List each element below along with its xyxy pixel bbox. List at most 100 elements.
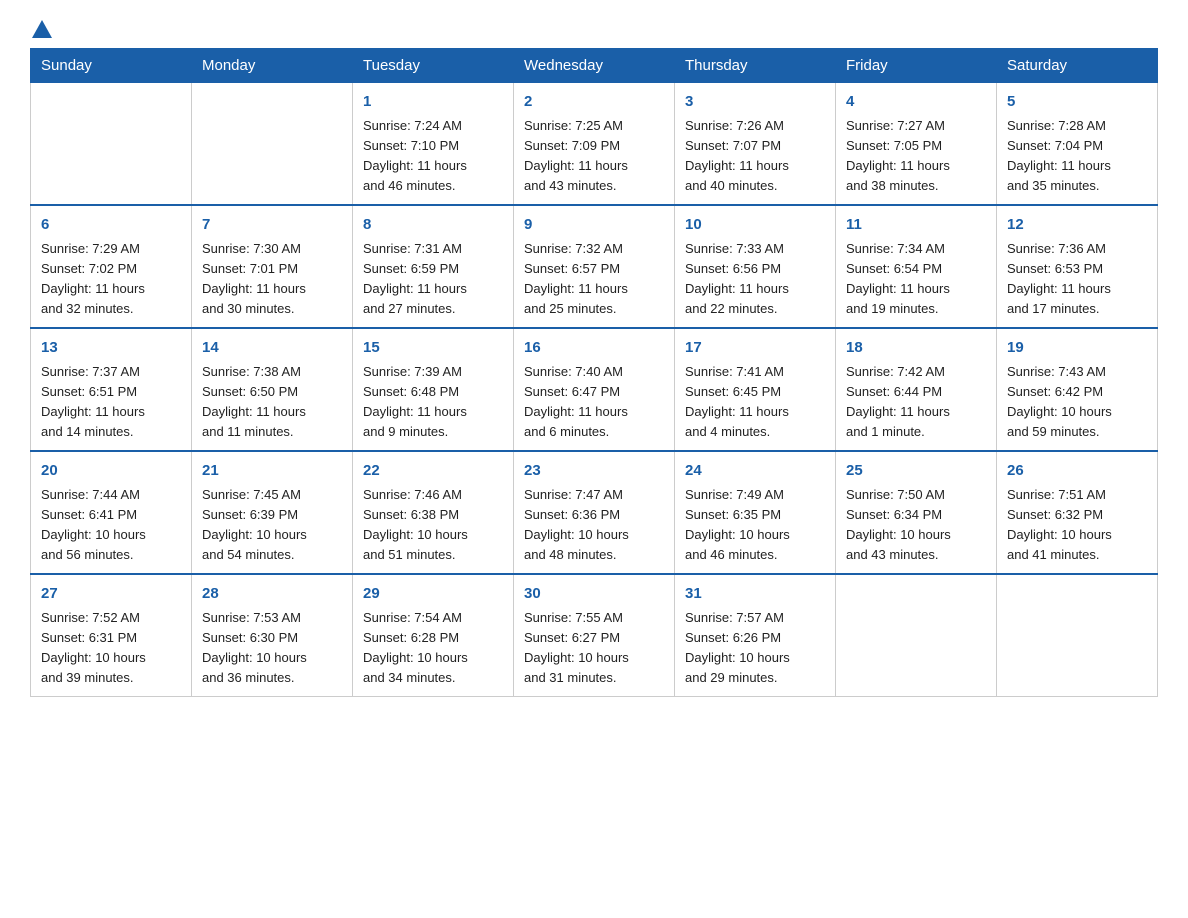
- day-info: Sunrise: 7:39 AM Sunset: 6:48 PM Dayligh…: [363, 362, 503, 443]
- calendar-cell: 26Sunrise: 7:51 AM Sunset: 6:32 PM Dayli…: [997, 451, 1158, 574]
- day-number: 14: [202, 337, 342, 360]
- day-info: Sunrise: 7:53 AM Sunset: 6:30 PM Dayligh…: [202, 608, 342, 689]
- calendar-cell: 19Sunrise: 7:43 AM Sunset: 6:42 PM Dayli…: [997, 328, 1158, 451]
- day-info: Sunrise: 7:29 AM Sunset: 7:02 PM Dayligh…: [41, 239, 181, 320]
- calendar-cell: 14Sunrise: 7:38 AM Sunset: 6:50 PM Dayli…: [192, 328, 353, 451]
- day-number: 13: [41, 337, 181, 360]
- calendar-cell: 13Sunrise: 7:37 AM Sunset: 6:51 PM Dayli…: [31, 328, 192, 451]
- day-info: Sunrise: 7:46 AM Sunset: 6:38 PM Dayligh…: [363, 485, 503, 566]
- day-number: 3: [685, 91, 825, 114]
- calendar-table: SundayMondayTuesdayWednesdayThursdayFrid…: [30, 48, 1158, 697]
- day-number: 29: [363, 583, 503, 606]
- day-info: Sunrise: 7:28 AM Sunset: 7:04 PM Dayligh…: [1007, 116, 1147, 197]
- day-number: 10: [685, 214, 825, 237]
- calendar-cell: 8Sunrise: 7:31 AM Sunset: 6:59 PM Daylig…: [353, 205, 514, 328]
- day-number: 8: [363, 214, 503, 237]
- day-number: 5: [1007, 91, 1147, 114]
- day-info: Sunrise: 7:38 AM Sunset: 6:50 PM Dayligh…: [202, 362, 342, 443]
- calendar-week-row: 1Sunrise: 7:24 AM Sunset: 7:10 PM Daylig…: [31, 83, 1158, 206]
- calendar-cell: 30Sunrise: 7:55 AM Sunset: 6:27 PM Dayli…: [514, 574, 675, 697]
- day-info: Sunrise: 7:52 AM Sunset: 6:31 PM Dayligh…: [41, 608, 181, 689]
- day-number: 26: [1007, 460, 1147, 483]
- day-info: Sunrise: 7:54 AM Sunset: 6:28 PM Dayligh…: [363, 608, 503, 689]
- day-number: 9: [524, 214, 664, 237]
- day-info: Sunrise: 7:40 AM Sunset: 6:47 PM Dayligh…: [524, 362, 664, 443]
- day-number: 20: [41, 460, 181, 483]
- calendar-cell: 28Sunrise: 7:53 AM Sunset: 6:30 PM Dayli…: [192, 574, 353, 697]
- calendar-cell: 23Sunrise: 7:47 AM Sunset: 6:36 PM Dayli…: [514, 451, 675, 574]
- day-info: Sunrise: 7:36 AM Sunset: 6:53 PM Dayligh…: [1007, 239, 1147, 320]
- calendar-cell: 21Sunrise: 7:45 AM Sunset: 6:39 PM Dayli…: [192, 451, 353, 574]
- calendar-cell: [192, 83, 353, 206]
- calendar-cell: 7Sunrise: 7:30 AM Sunset: 7:01 PM Daylig…: [192, 205, 353, 328]
- day-info: Sunrise: 7:31 AM Sunset: 6:59 PM Dayligh…: [363, 239, 503, 320]
- day-number: 1: [363, 91, 503, 114]
- calendar-cell: [31, 83, 192, 206]
- calendar-cell: 10Sunrise: 7:33 AM Sunset: 6:56 PM Dayli…: [675, 205, 836, 328]
- day-info: Sunrise: 7:49 AM Sunset: 6:35 PM Dayligh…: [685, 485, 825, 566]
- calendar-cell: 12Sunrise: 7:36 AM Sunset: 6:53 PM Dayli…: [997, 205, 1158, 328]
- day-number: 19: [1007, 337, 1147, 360]
- page-header: [30, 20, 1158, 38]
- calendar-week-row: 27Sunrise: 7:52 AM Sunset: 6:31 PM Dayli…: [31, 574, 1158, 697]
- calendar-cell: 24Sunrise: 7:49 AM Sunset: 6:35 PM Dayli…: [675, 451, 836, 574]
- day-info: Sunrise: 7:41 AM Sunset: 6:45 PM Dayligh…: [685, 362, 825, 443]
- day-info: Sunrise: 7:30 AM Sunset: 7:01 PM Dayligh…: [202, 239, 342, 320]
- calendar-cell: [836, 574, 997, 697]
- day-info: Sunrise: 7:25 AM Sunset: 7:09 PM Dayligh…: [524, 116, 664, 197]
- day-number: 11: [846, 214, 986, 237]
- day-number: 15: [363, 337, 503, 360]
- day-info: Sunrise: 7:27 AM Sunset: 7:05 PM Dayligh…: [846, 116, 986, 197]
- calendar-cell: 2Sunrise: 7:25 AM Sunset: 7:09 PM Daylig…: [514, 83, 675, 206]
- day-number: 28: [202, 583, 342, 606]
- logo: [30, 20, 54, 38]
- calendar-cell: 16Sunrise: 7:40 AM Sunset: 6:47 PM Dayli…: [514, 328, 675, 451]
- day-number: 23: [524, 460, 664, 483]
- calendar-cell: 22Sunrise: 7:46 AM Sunset: 6:38 PM Dayli…: [353, 451, 514, 574]
- calendar-week-row: 6Sunrise: 7:29 AM Sunset: 7:02 PM Daylig…: [31, 205, 1158, 328]
- weekday-header-sunday: Sunday: [31, 49, 192, 83]
- calendar-cell: 31Sunrise: 7:57 AM Sunset: 6:26 PM Dayli…: [675, 574, 836, 697]
- calendar-cell: 4Sunrise: 7:27 AM Sunset: 7:05 PM Daylig…: [836, 83, 997, 206]
- day-info: Sunrise: 7:42 AM Sunset: 6:44 PM Dayligh…: [846, 362, 986, 443]
- calendar-cell: 20Sunrise: 7:44 AM Sunset: 6:41 PM Dayli…: [31, 451, 192, 574]
- logo-area: [30, 20, 54, 38]
- calendar-cell: 6Sunrise: 7:29 AM Sunset: 7:02 PM Daylig…: [31, 205, 192, 328]
- weekday-header-wednesday: Wednesday: [514, 49, 675, 83]
- calendar-cell: 3Sunrise: 7:26 AM Sunset: 7:07 PM Daylig…: [675, 83, 836, 206]
- calendar-week-row: 13Sunrise: 7:37 AM Sunset: 6:51 PM Dayli…: [31, 328, 1158, 451]
- day-number: 25: [846, 460, 986, 483]
- day-number: 31: [685, 583, 825, 606]
- calendar-cell: [997, 574, 1158, 697]
- day-info: Sunrise: 7:32 AM Sunset: 6:57 PM Dayligh…: [524, 239, 664, 320]
- day-info: Sunrise: 7:24 AM Sunset: 7:10 PM Dayligh…: [363, 116, 503, 197]
- day-number: 17: [685, 337, 825, 360]
- day-number: 30: [524, 583, 664, 606]
- logo-triangle-icon: [32, 20, 52, 38]
- day-number: 2: [524, 91, 664, 114]
- weekday-header-friday: Friday: [836, 49, 997, 83]
- day-number: 21: [202, 460, 342, 483]
- day-info: Sunrise: 7:50 AM Sunset: 6:34 PM Dayligh…: [846, 485, 986, 566]
- calendar-cell: 17Sunrise: 7:41 AM Sunset: 6:45 PM Dayli…: [675, 328, 836, 451]
- day-number: 6: [41, 214, 181, 237]
- day-number: 24: [685, 460, 825, 483]
- weekday-header-row: SundayMondayTuesdayWednesdayThursdayFrid…: [31, 49, 1158, 83]
- calendar-cell: 9Sunrise: 7:32 AM Sunset: 6:57 PM Daylig…: [514, 205, 675, 328]
- day-info: Sunrise: 7:57 AM Sunset: 6:26 PM Dayligh…: [685, 608, 825, 689]
- calendar-week-row: 20Sunrise: 7:44 AM Sunset: 6:41 PM Dayli…: [31, 451, 1158, 574]
- day-info: Sunrise: 7:26 AM Sunset: 7:07 PM Dayligh…: [685, 116, 825, 197]
- calendar-cell: 18Sunrise: 7:42 AM Sunset: 6:44 PM Dayli…: [836, 328, 997, 451]
- weekday-header-monday: Monday: [192, 49, 353, 83]
- day-number: 18: [846, 337, 986, 360]
- day-number: 7: [202, 214, 342, 237]
- calendar-cell: 25Sunrise: 7:50 AM Sunset: 6:34 PM Dayli…: [836, 451, 997, 574]
- day-number: 4: [846, 91, 986, 114]
- day-number: 22: [363, 460, 503, 483]
- weekday-header-thursday: Thursday: [675, 49, 836, 83]
- calendar-cell: 11Sunrise: 7:34 AM Sunset: 6:54 PM Dayli…: [836, 205, 997, 328]
- calendar-cell: 15Sunrise: 7:39 AM Sunset: 6:48 PM Dayli…: [353, 328, 514, 451]
- calendar-cell: 29Sunrise: 7:54 AM Sunset: 6:28 PM Dayli…: [353, 574, 514, 697]
- day-info: Sunrise: 7:47 AM Sunset: 6:36 PM Dayligh…: [524, 485, 664, 566]
- day-info: Sunrise: 7:45 AM Sunset: 6:39 PM Dayligh…: [202, 485, 342, 566]
